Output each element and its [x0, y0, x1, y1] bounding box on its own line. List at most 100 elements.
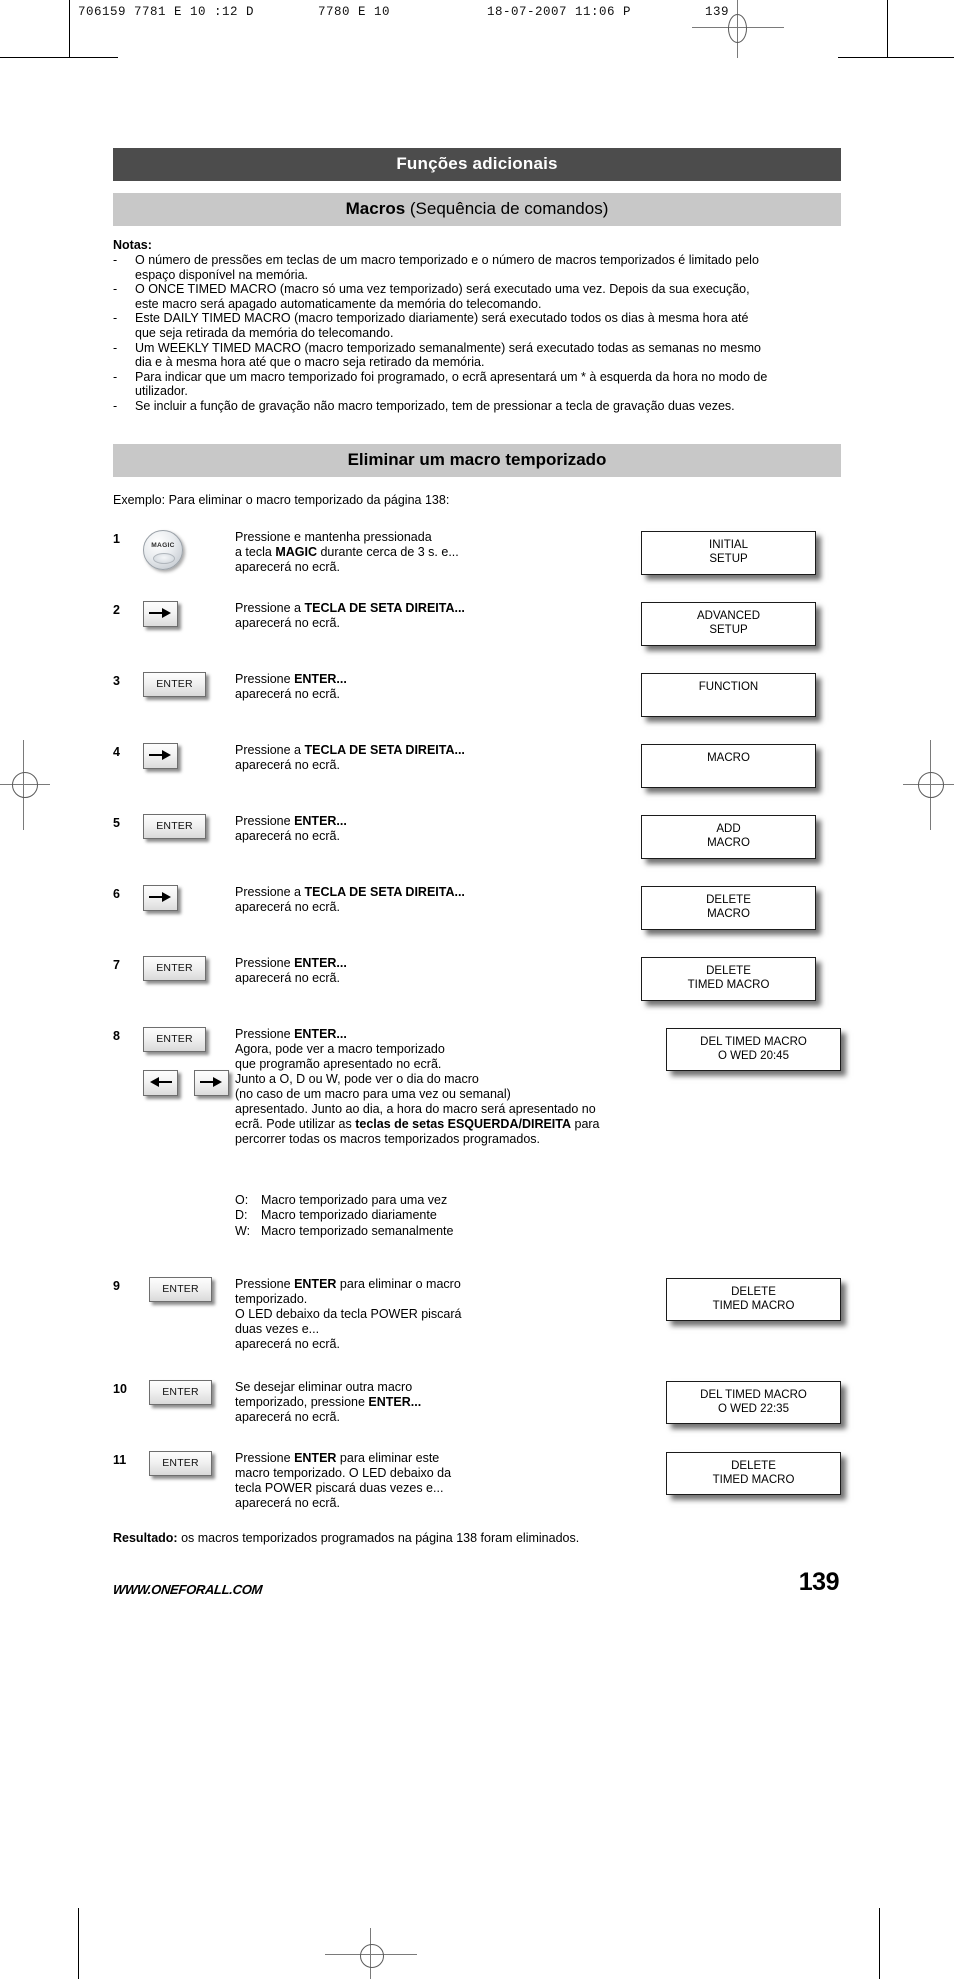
step-description: Pressione ENTER... aparecerá no ecrã.	[235, 955, 347, 985]
lcd-line: TIMED MACRO	[712, 1474, 795, 1487]
lcd-line: DEL TIMED MACRO	[700, 1035, 807, 1048]
step-description: Pressione e mantenha pressionada a tecla …	[235, 529, 459, 574]
step-display-wrap: DELETE TIMED MACRO	[666, 1277, 841, 1322]
step-display-wrap: DEL TIMED MACRO O WED 22:35	[666, 1380, 841, 1425]
procedure-step: 11 ENTER Pressione ENTER para eliminar e…	[113, 1451, 841, 1511]
lcd-line: DELETE	[706, 964, 751, 977]
lcd-display-box: DELETE TIMED MACRO	[666, 1278, 841, 1322]
lcd-line: INITIAL	[709, 538, 748, 551]
lcd-line: MACRO	[707, 907, 750, 920]
procedure-step: 10 ENTER Se desejar eliminar outra macro…	[113, 1380, 841, 1425]
step-number: 7	[113, 957, 120, 972]
note-item: - O ONCE TIMED MACRO (macro só uma vez t…	[113, 282, 841, 311]
lcd-line: O WED 20:45	[718, 1049, 789, 1062]
lcd-line: O WED 22:35	[718, 1403, 789, 1416]
step-key-graphic: ENTER	[143, 813, 235, 839]
footer-page-number: 139	[798, 1568, 840, 1597]
step-key-graphic: ENTER	[149, 1380, 235, 1406]
footer-website-url[interactable]: WWW.ONEFORALL.COM	[112, 1582, 263, 1597]
lcd-line: DEL TIMED MACRO	[700, 1389, 807, 1402]
lcd-line: MACRO	[707, 751, 750, 764]
step-number: 5	[113, 815, 120, 830]
macros-subtitle-rest: (Sequência de comandos)	[405, 199, 609, 218]
enter-key-icon[interactable]: ENTER	[149, 1380, 212, 1406]
arrow-right-key-icon[interactable]	[143, 884, 178, 911]
arrow-keys-group	[143, 1069, 235, 1096]
step-display-wrap: DELETE MACRO	[641, 885, 841, 930]
enter-key-icon[interactable]: ENTER	[149, 1277, 212, 1303]
step-display-wrap: FUNCTION	[641, 672, 841, 717]
enter-key-icon[interactable]: ENTER	[143, 671, 206, 697]
step-number: 11	[113, 1453, 127, 1468]
step-display-wrap: INITIAL SETUP	[641, 530, 841, 575]
lcd-line: TIMED MACRO	[712, 1300, 795, 1313]
lcd-display-box: ADVANCED SETUP	[641, 601, 816, 646]
step-display-wrap: DELETE TIMED MACRO	[641, 956, 841, 1001]
print-strip-timestamp: 18-07-2007 11:06 P	[487, 5, 632, 19]
lcd-line: SETUP	[709, 552, 748, 565]
enter-key-icon[interactable]: ENTER	[143, 813, 206, 839]
procedure-step: 4 Pressione a TECLA DE SETA DIREITA... ap…	[113, 742, 841, 788]
procedure-step: 8 ENTER Pressione ENTER... Agora, pode ve…	[113, 1026, 841, 1147]
reg-bottom-circle	[360, 1944, 384, 1968]
step-key-graphic	[143, 742, 235, 774]
lcd-display-box: INITIAL SETUP	[641, 530, 816, 575]
note-text: Se incluir a função de gravação não macr…	[135, 398, 735, 413]
section-header-band: Funções adicionais	[113, 148, 841, 181]
print-info-strip: 706159 7781 E 10 :12 D 7780 E 10 18-07-2…	[0, 0, 954, 58]
step-number: 2	[113, 602, 120, 617]
step-number: 9	[113, 1279, 120, 1294]
magic-button-icon[interactable]: MAGIC	[143, 529, 183, 570]
step-description: Pressione ENTER... Agora, pode ver a macr…	[235, 1026, 600, 1146]
enter-key-icon[interactable]: ENTER	[143, 1026, 206, 1052]
note-item: - O número de pressões em teclas de um m…	[113, 253, 841, 282]
procedure-title-band: Eliminar um macro temporizado	[113, 443, 841, 477]
step-description: Se desejar eliminar outra macro temporiza…	[235, 1380, 422, 1425]
arrow-left-key-icon[interactable]	[143, 1069, 178, 1096]
step-key-graphic: ENTER	[143, 671, 235, 697]
lcd-line: DELETE	[706, 893, 751, 906]
step-key-graphic: ENTER	[149, 1451, 235, 1477]
note-item: - Para indicar que um macro temporizado …	[113, 370, 841, 399]
page-footer: WWW.ONEFORALL.COM 139	[112, 1568, 841, 1597]
legend-row: W: Macro temporizado semanalmente	[235, 1224, 841, 1240]
note-text: Um WEEKLY TIMED MACRO (macro temporizado…	[135, 340, 761, 370]
lcd-display-box: FUNCTION	[641, 672, 816, 717]
step-display-wrap: MACRO	[641, 743, 841, 788]
lcd-line: DELETE	[731, 1286, 776, 1299]
legend-row: O: Macro temporizado para uma vez	[235, 1193, 841, 1209]
crop-vrule-bottom-left	[78, 1908, 79, 1979]
step-description: Pressione a TECLA DE SETA DIREITA... apar…	[235, 600, 465, 630]
arrow-right-key-icon[interactable]	[194, 1069, 229, 1096]
note-bullet-dash: -	[113, 253, 118, 267]
lcd-line: ADVANCED	[696, 609, 761, 622]
print-strip-page: 139	[705, 5, 730, 19]
note-item: - Um WEEKLY TIMED MACRO (macro temporiza…	[113, 341, 841, 370]
arrow-right-key-icon[interactable]	[143, 742, 178, 769]
lcd-display-box: MACRO	[641, 743, 816, 788]
procedure-example-line: Exemplo: Para eliminar o macro temporiza…	[113, 492, 450, 507]
enter-key-icon[interactable]: ENTER	[149, 1451, 212, 1477]
lcd-display-box: DELETE TIMED MACRO	[641, 956, 816, 1001]
notes-title: Notas:	[113, 238, 152, 252]
note-bullet-dash: -	[113, 340, 118, 355]
result-label: Resultado:	[113, 1531, 178, 1546]
arrow-right-key-icon[interactable]	[143, 600, 178, 627]
step-key-graphic	[143, 884, 235, 916]
procedure-step: 7 ENTER Pressione ENTER... aparecerá no e…	[113, 955, 841, 1001]
step-number: 1	[113, 531, 120, 546]
procedure-step: 3 ENTER Pressione ENTER... aparecerá no e…	[113, 671, 841, 717]
lcd-display-box: DEL TIMED MACRO O WED 22:35	[666, 1381, 841, 1425]
note-text: Este DAILY TIMED MACRO (macro temporizad…	[135, 311, 749, 340]
lcd-line: MACRO	[707, 836, 750, 849]
step-number: 10	[113, 1382, 127, 1397]
step-number: 6	[113, 886, 120, 901]
enter-key-icon[interactable]: ENTER	[143, 955, 206, 981]
lcd-display-box: ADD MACRO	[641, 814, 816, 859]
note-bullet-dash: -	[113, 311, 118, 326]
step-key-graphic: ENTER	[143, 1026, 235, 1096]
step-description: Pressione a TECLA DE SETA DIREITA... apar…	[235, 742, 465, 772]
lcd-line: ADD	[716, 822, 741, 835]
lcd-line: FUNCTION	[698, 680, 759, 693]
magic-button-dimple	[153, 552, 175, 564]
